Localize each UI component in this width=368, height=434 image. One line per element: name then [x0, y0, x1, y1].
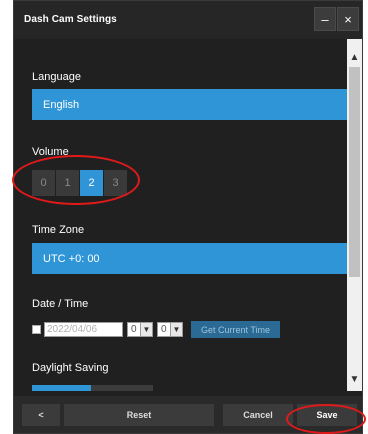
volume-option-1[interactable]: 1: [56, 170, 79, 196]
scroll-up-icon[interactable]: ▲: [347, 49, 362, 66]
footer-bar: < Reset Cancel Save: [14, 396, 362, 433]
volume-selector: 0 1 2 3: [32, 170, 128, 196]
language-label: Language: [32, 71, 81, 83]
volume-option-2[interactable]: 2: [80, 170, 103, 196]
cancel-button[interactable]: Cancel: [223, 404, 293, 426]
chevron-down-icon: ▼: [140, 323, 152, 336]
volume-option-0[interactable]: 0: [32, 170, 55, 196]
save-button[interactable]: Save: [297, 404, 357, 426]
hour-select[interactable]: 0 ▼: [127, 322, 153, 337]
minimize-button[interactable]: –: [314, 7, 336, 31]
datetime-row: 2022/04/06 0 ▼ 0 ▼ Get Current Time: [32, 321, 281, 338]
daylight-saving-on[interactable]: [32, 385, 91, 391]
volume-label: Volume: [32, 146, 69, 158]
datetime-label: Date / Time: [32, 298, 89, 310]
language-select[interactable]: English: [32, 89, 349, 120]
timezone-label: Time Zone: [32, 224, 85, 236]
timezone-select[interactable]: UTC +0: 00: [32, 243, 349, 274]
minute-value: 0: [161, 324, 167, 335]
date-input[interactable]: 2022/04/06: [44, 322, 123, 337]
volume-option-3[interactable]: 3: [104, 170, 127, 196]
title-bar: Dash Cam Settings – ×: [14, 1, 362, 39]
get-current-time-button[interactable]: Get Current Time: [191, 321, 281, 338]
scroll-thumb[interactable]: [349, 67, 360, 277]
minute-select[interactable]: 0 ▼: [157, 322, 183, 337]
daylight-saving-toggle[interactable]: [32, 385, 153, 391]
datetime-checkbox[interactable]: [32, 325, 41, 334]
window-title: Dash Cam Settings: [24, 14, 117, 25]
scroll-down-icon[interactable]: ▼: [347, 371, 362, 388]
settings-content: Language English Volume 0 1 2 3 Time Zon…: [14, 39, 362, 391]
scrollbar[interactable]: ▲ ▼: [347, 39, 362, 391]
reset-button[interactable]: Reset: [64, 404, 214, 426]
chevron-down-icon: ▼: [170, 323, 182, 336]
back-button[interactable]: <: [22, 404, 60, 426]
daylight-saving-off[interactable]: [91, 385, 153, 391]
hour-value: 0: [131, 324, 137, 335]
daylight-saving-label: Daylight Saving: [32, 362, 109, 374]
settings-window: Dash Cam Settings – × Language English V…: [13, 0, 363, 434]
close-button[interactable]: ×: [337, 7, 359, 31]
